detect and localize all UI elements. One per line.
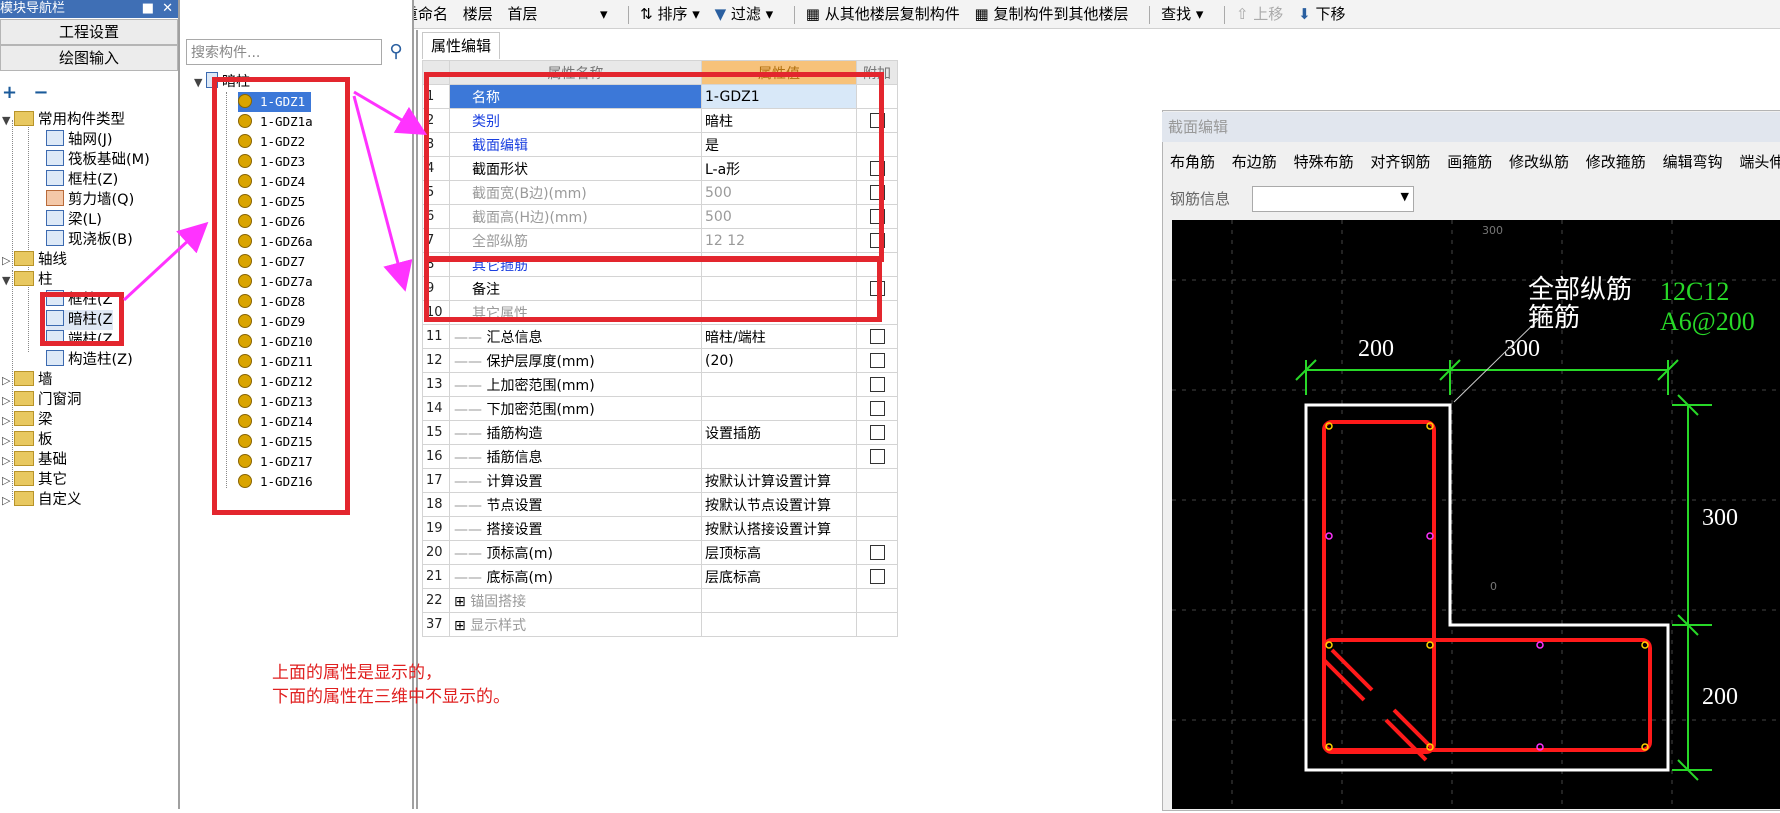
arrow-list-to-props: [353, 90, 428, 136]
arrow-nav-to-list: [122, 221, 209, 302]
annotation-arrows: [122, 90, 428, 302]
arrow-list-to-other-props: [352, 95, 413, 292]
